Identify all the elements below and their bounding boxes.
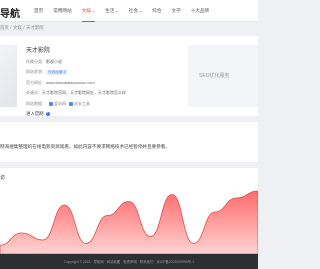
category-row: 所属分类： 影视小说: [26, 59, 62, 64]
status-badge: 在线运营中: [46, 69, 68, 75]
page-footer: Copyright © 2023 · 导航网 · 网站地图 · 免责声明 · 联…: [0, 254, 258, 269]
keywords-row: 关键词： 天才影院官网，天才影院网址，天才影院怎么样: [26, 90, 126, 96]
aizhan-icon: [49, 101, 53, 106]
breadcrumb-current: 天才影院: [26, 25, 44, 30]
traffic-area-series: [0, 190, 258, 255]
chinaz-link[interactable]: 站长工具: [74, 101, 90, 107]
breadcrumb: 首页 / 文娱 / 天才影院: [0, 25, 44, 30]
chevron-down-icon: ⌄: [138, 8, 143, 13]
nav-item-literature[interactable]: 文学: [171, 0, 180, 22]
site-info-card: 天才影院 所属分类： 影视小说 网站状态： 在线运营中 官方网址： www.tianc…: [0, 36, 258, 116]
seo-ad-text: SEO优化服务: [199, 73, 230, 79]
breadcrumb-home[interactable]: 首页: [0, 25, 9, 30]
notice-text: 网海搜集整理的在线电影资源观看，如此内容不要求网络技术已经暂停并且要参看。: [0, 144, 170, 149]
footer-copyright: Copyright © 2023 · 导航网 · 网站地图 · 免责声明 · 联…: [64, 260, 195, 264]
nav-item-home[interactable]: 首页: [34, 0, 43, 22]
site-url[interactable]: www.tiancaidiancaowc.com: [46, 80, 95, 85]
url-row: 官方网址： www.tiancaidiancaowc.com: [26, 79, 95, 86]
notice-card: 网海搜集整理的在线电影资源观看，如此内容不要求网络技术已经暂停并且要参看。: [0, 122, 258, 162]
nav-item-entertainment[interactable]: 文娱⌄: [81, 0, 96, 22]
chinaz-icon: [69, 101, 73, 106]
chevron-down-icon: ⌄: [91, 8, 96, 13]
nav-item-life[interactable]: 生活⌄: [105, 0, 119, 22]
site-thumbnail: [0, 45, 17, 107]
arrow-right-icon: [45, 110, 50, 116]
enter-site-link[interactable]: 进入官网: [26, 110, 126, 117]
nav-item-general[interactable]: 综合: [152, 0, 161, 22]
nav-item-society[interactable]: 社会⌄: [129, 0, 143, 22]
site-title: 天才影院: [26, 48, 51, 54]
main-nav: 首页 常用网站 文娱⌄ 生活⌄ 社会⌄ 综合 文学 十大品牌: [34, 0, 219, 22]
chevron-down-icon: ⌄: [115, 8, 119, 13]
site-logo[interactable]: 导航: [0, 5, 20, 20]
nav-item-common-sites[interactable]: 常用网站: [53, 0, 71, 22]
aizhan-link[interactable]: 爱站网: [54, 101, 66, 107]
top-navigation-bar: 导航 首页 常用网站 文娱⌄ 生活⌄ 社会⌄ 综合 文学 十大品牌: [0, 0, 258, 22]
status-row: 网站状态： 在线运营中: [26, 69, 68, 75]
ranking-row: 网站数据： 爱站网 站长工具: [26, 100, 90, 107]
nav-item-top-brands[interactable]: 十大品牌: [191, 0, 209, 22]
site-info: 天才影院 所属分类： 影视小说 网站状态： 在线运营中 官方网址： www.tianc…: [26, 45, 126, 117]
breadcrumb-category[interactable]: 文娱: [13, 25, 22, 30]
